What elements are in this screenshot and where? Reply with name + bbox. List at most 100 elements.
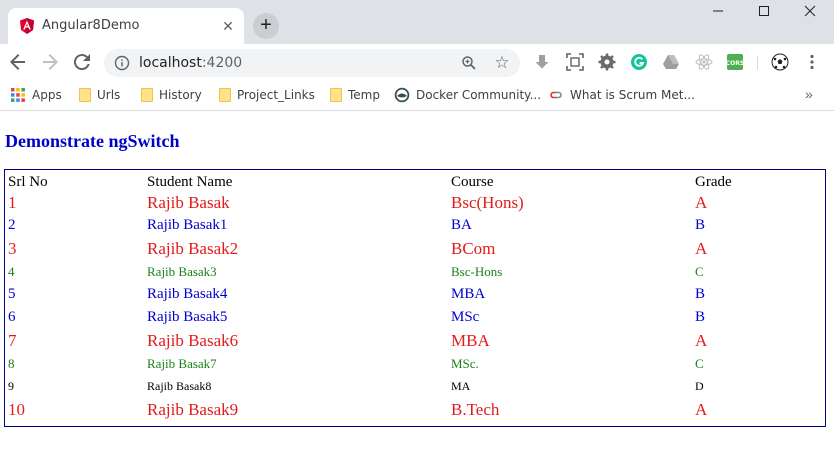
settings-gear-icon[interactable] xyxy=(598,53,616,71)
zoom-icon[interactable] xyxy=(461,55,477,71)
bookmark-label: What is Scrum Met... xyxy=(570,88,695,102)
grade-cell: C xyxy=(695,263,704,279)
cors-extension-icon[interactable]: CORS xyxy=(726,53,744,71)
folder-icon xyxy=(79,88,91,102)
table-row: 8 Rajib Basak7 MSc. C xyxy=(5,352,825,375)
table-row: 5 Rajib Basak4 MBA B xyxy=(5,283,825,306)
student-name-cell: Rajib Basak4 xyxy=(147,286,228,302)
srl-cell: 2 xyxy=(8,217,16,233)
more-vertical-icon[interactable] xyxy=(803,53,821,71)
table-row: 10 Rajib Basak9 B.Tech A xyxy=(5,398,825,421)
table-row: 6 Rajib Basak5 MSc B xyxy=(5,306,825,329)
maximize-button[interactable] xyxy=(741,0,787,28)
grade-cell: C xyxy=(695,355,704,371)
student-table-container: Srl No Student Name Course Grade 1 Rajib… xyxy=(4,169,826,427)
bookmark-label: History xyxy=(159,88,202,102)
student-table: Srl No Student Name Course Grade 1 Rajib… xyxy=(5,170,825,421)
url-port: :4200 xyxy=(201,55,243,71)
bookmark-what-is-scrum[interactable]: What is Scrum Met... xyxy=(548,86,695,104)
bookmark-apps[interactable]: Apps xyxy=(10,86,62,104)
student-name-cell: Rajib Basak6 xyxy=(147,330,239,350)
srl-cell: 10 xyxy=(8,399,25,419)
folder-icon xyxy=(219,88,231,102)
table-row: 7 Rajib Basak6 MBA A xyxy=(5,329,825,352)
docker-icon xyxy=(394,87,410,103)
column-header-grade: Grade xyxy=(695,173,732,190)
course-cell: Bsc(Hons) xyxy=(451,192,524,212)
table-row: 9 Rajib Basak8 MA D xyxy=(5,375,825,398)
student-name-cell: Rajib Basak xyxy=(147,192,230,212)
link-icon xyxy=(550,91,562,99)
profile-avatar-icon[interactable] xyxy=(771,53,789,71)
svg-text:CORS: CORS xyxy=(726,60,744,67)
tab-strip: Angular8Demo ✕ + xyxy=(0,0,834,44)
screenshot-icon[interactable] xyxy=(566,53,584,71)
url-host: localhost xyxy=(139,55,202,71)
bookmark-docker-community[interactable]: Docker Community... xyxy=(394,86,541,104)
drive-icon[interactable] xyxy=(662,53,680,71)
student-name-cell: Rajib Basak2 xyxy=(147,238,239,258)
toolbar-divider xyxy=(757,56,758,70)
srl-cell: 5 xyxy=(8,286,16,302)
bookmark-label: Project_Links xyxy=(237,88,315,102)
new-tab-button[interactable]: + xyxy=(253,13,279,39)
page-heading: Demonstrate ngSwitch xyxy=(5,131,180,151)
download-icon[interactable] xyxy=(533,53,551,71)
react-devtools-icon[interactable] xyxy=(695,53,713,71)
grammarly-icon[interactable] xyxy=(630,53,648,71)
close-tab-icon[interactable]: ✕ xyxy=(220,18,236,34)
back-arrow-icon[interactable] xyxy=(6,50,30,74)
srl-cell: 1 xyxy=(8,192,17,212)
maximize-icon xyxy=(759,6,769,16)
course-cell: BA xyxy=(451,217,472,233)
apps-grid-icon xyxy=(11,88,25,102)
column-header-srl: Srl No xyxy=(8,173,48,190)
table-row: 4 Rajib Basak3 Bsc-Hons C xyxy=(5,260,825,283)
grade-cell: A xyxy=(695,238,708,258)
column-header-name: Student Name xyxy=(147,173,233,190)
bookmark-star-icon[interactable]: ☆ xyxy=(493,54,511,72)
info-icon[interactable] xyxy=(114,55,130,71)
student-name-cell: Rajib Basak1 xyxy=(147,217,228,233)
bookmark-folder-history[interactable]: History xyxy=(141,86,202,104)
bookmark-folder-urls[interactable]: Urls xyxy=(79,86,120,104)
folder-icon xyxy=(141,88,153,102)
url-text[interactable]: localhost:4200 xyxy=(139,55,242,71)
course-cell: B.Tech xyxy=(451,399,500,419)
tab-title: Angular8Demo xyxy=(42,18,140,33)
bookmark-folder-temp[interactable]: Temp xyxy=(330,86,380,104)
bookmark-folder-project-links[interactable]: Project_Links xyxy=(219,86,315,104)
grade-cell: B xyxy=(695,217,706,233)
course-cell: BCom xyxy=(451,238,496,258)
course-cell: Bsc-Hons xyxy=(451,263,503,279)
table-header-row: Srl No Student Name Course Grade xyxy=(5,170,825,191)
grade-cell: A xyxy=(695,330,708,350)
table-row: 2 Rajib Basak1 BA B xyxy=(5,214,825,237)
minimize-icon xyxy=(713,10,723,12)
close-window-button[interactable] xyxy=(787,0,833,28)
bookmark-label: Urls xyxy=(97,88,121,102)
srl-cell: 9 xyxy=(8,379,14,393)
bookmarks-bar: Apps Urls History Project_Links Temp Doc… xyxy=(0,80,834,111)
browser-tab[interactable]: Angular8Demo ✕ xyxy=(8,8,244,44)
srl-cell: 6 xyxy=(8,309,16,325)
course-cell: MBA xyxy=(451,286,486,302)
student-name-cell: Rajib Basak3 xyxy=(147,263,217,279)
student-name-cell: Rajib Basak7 xyxy=(147,355,217,371)
forward-arrow-icon[interactable] xyxy=(38,50,62,74)
more-bookmarks-chevron[interactable]: » xyxy=(805,86,813,102)
table-row: 3 Rajib Basak2 BCom A xyxy=(5,237,825,260)
course-cell: MA xyxy=(451,379,471,393)
srl-cell: 4 xyxy=(8,263,15,279)
grade-cell: B xyxy=(695,309,706,325)
grade-cell: B xyxy=(695,286,706,302)
student-name-cell: Rajib Basak5 xyxy=(147,309,228,325)
close-icon xyxy=(804,5,816,17)
course-cell: MSc. xyxy=(451,355,479,371)
minimize-button[interactable] xyxy=(695,0,741,28)
angular-logo-icon xyxy=(20,18,34,34)
course-cell: MBA xyxy=(451,330,490,350)
address-bar[interactable]: localhost:4200 ☆ xyxy=(104,49,520,77)
course-cell: MSc xyxy=(451,309,480,325)
reload-icon[interactable] xyxy=(70,50,94,74)
